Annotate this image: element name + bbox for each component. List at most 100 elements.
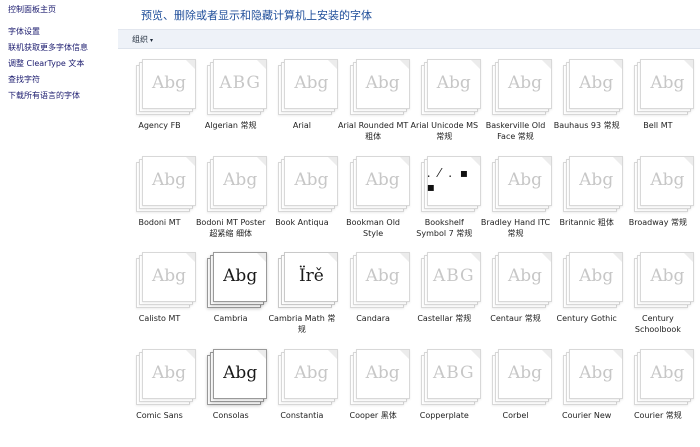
font-sample-preview: Abg — [579, 362, 614, 383]
font-tile[interactable]: Abg Candara — [338, 250, 410, 350]
font-sample-preview: . ⁄ . ▪ ▪ — [426, 165, 471, 194]
font-tile[interactable]: Abg Arial — [266, 57, 339, 157]
font-tile[interactable]: Abg Calisto MT — [124, 250, 196, 350]
font-file-icon: Abg — [207, 250, 268, 308]
font-sample-preview: Abg — [650, 169, 685, 190]
font-file-icon: Abg — [492, 250, 552, 308]
font-name-label: Broadway 常规 — [628, 217, 687, 227]
font-file-icon: Abg — [492, 154, 552, 212]
font-sample-preview: Abg — [294, 169, 329, 190]
font-file-icon: Abg — [420, 57, 481, 115]
font-tile[interactable]: Abg Cambria — [195, 250, 268, 350]
font-sample-preview: Abg — [507, 73, 543, 93]
font-tile[interactable]: ABG Castellar 常规 — [409, 250, 481, 350]
font-file-icon: ABG — [420, 347, 481, 405]
font-file-icon: Abg — [634, 250, 695, 308]
toolbar: 组织 ▾ — [118, 29, 700, 49]
font-name-label: Cambria — [213, 314, 248, 323]
find-character-link[interactable]: 查找字符 — [8, 74, 40, 85]
font-file-icon: Abg — [278, 154, 339, 212]
font-name-label: Arial Rounded MT 粗体 — [337, 121, 409, 141]
font-tile[interactable]: Abg Centaur 常规 — [480, 250, 552, 350]
font-tile[interactable]: Abg Arial Unicode MS 常规 — [409, 57, 481, 157]
font-tile[interactable]: Abg Century Schoolbook — [622, 250, 695, 350]
font-tile[interactable]: ABG Copperplate — [409, 347, 481, 447]
font-sample-preview: Abg — [223, 266, 258, 286]
font-file-icon: Abg — [492, 347, 552, 405]
font-name-label: Baskerville Old Face 常规 — [485, 121, 546, 141]
sidebar: 控制面板主页 字体设置 联机获取更多字体信息 调整 ClearType 文本 查… — [0, 0, 118, 418]
font-tile[interactable]: Abg Corbel — [480, 347, 552, 447]
font-name-label: Bell MT — [643, 121, 673, 130]
font-tile[interactable]: ABG Algerian 常规 — [195, 57, 268, 157]
font-name-label: Corbel — [502, 410, 529, 420]
organize-menu-button[interactable]: 组织 ▾ — [132, 34, 153, 45]
font-name-label: Candara — [356, 314, 390, 323]
font-tile[interactable]: Abg Bodoni MT — [124, 154, 196, 254]
font-name-label: Copperplate — [419, 410, 469, 420]
font-name-label: Bodoni MT Poster 超紧缩 细体 — [195, 217, 266, 238]
font-name-label: Courier 常规 — [633, 410, 682, 420]
font-tile[interactable]: Abg Book Antiqua — [266, 154, 339, 254]
font-file-icon: Ïrě — [278, 250, 339, 308]
font-name-label: Arial — [292, 121, 311, 130]
font-name-label: Book Antiqua — [275, 217, 329, 227]
font-tile[interactable]: Abg Bradley Hand ITC 常规 — [480, 154, 552, 254]
font-file-icon: Abg — [563, 347, 624, 405]
font-tile[interactable]: Abg Bodoni MT Poster 超紧缩 细体 — [195, 154, 268, 254]
font-sample-preview: Abg — [294, 73, 329, 93]
font-name-label: Bauhaus 93 常规 — [553, 121, 620, 130]
font-tile[interactable]: Abg Comic Sans — [124, 347, 196, 447]
font-name-label: Cambria Math 常规 — [268, 314, 336, 334]
font-name-label: Bookman Old Style — [346, 217, 400, 238]
download-fonts-link[interactable]: 下载所有语言的字体 — [8, 90, 80, 101]
online-font-info-link[interactable]: 联机获取更多字体信息 — [8, 42, 88, 53]
cleartype-link[interactable]: 调整 ClearType 文本 — [8, 58, 84, 69]
font-name-label: Algerian 常规 — [204, 121, 257, 130]
font-tile[interactable]: Abg Britannic 粗体 — [551, 154, 624, 254]
font-tile[interactable]: Abg Broadway 常规 — [622, 154, 695, 254]
font-tile[interactable]: Abg Courier New — [551, 347, 624, 447]
font-file-icon: Abg — [563, 57, 624, 115]
font-name-label: Courier New — [562, 410, 612, 420]
font-sample-preview: Abg — [223, 169, 258, 190]
font-sample-preview: Abg — [365, 266, 400, 286]
font-file-icon: Abg — [563, 154, 624, 212]
font-tile[interactable]: Abg Bauhaus 93 常规 — [551, 57, 624, 157]
font-tile[interactable]: Abg Bookman Old Style — [338, 154, 410, 254]
font-sample-preview: Abg — [365, 169, 400, 190]
font-file-icon: Abg — [136, 154, 196, 212]
font-tile[interactable]: Abg Arial Rounded MT 粗体 — [337, 57, 410, 157]
font-file-icon: Abg — [136, 347, 196, 405]
font-sample-preview: Abg — [294, 362, 329, 383]
font-tile[interactable]: Abg Baskerville Old Face 常规 — [480, 57, 552, 157]
font-tile[interactable]: Abg Bell MT — [622, 57, 695, 157]
font-tile[interactable]: Abg Century Gothic — [551, 250, 624, 350]
font-file-icon: ABG — [207, 57, 268, 115]
font-file-icon: Abg — [136, 250, 196, 308]
font-tile[interactable]: . ⁄ . ▪ ▪ Bookshelf Symbol 7 常规 — [409, 154, 481, 254]
font-sample-preview: Abg — [579, 266, 614, 286]
font-tile[interactable]: Abg Cooper 黑体 — [338, 347, 410, 447]
organize-label: 组织 — [132, 35, 148, 44]
control-panel-home-link[interactable]: 控制面板主页 — [8, 4, 56, 15]
font-sample-preview: Abg — [436, 73, 471, 93]
font-file-icon: Abg — [634, 154, 695, 212]
font-tile[interactable]: Abg Agency FB — [124, 57, 196, 157]
font-sample-preview: Abg — [223, 362, 258, 383]
main-panel: 预览、删除或者显示和隐藏计算机上安装的字体 组织 ▾ Abg Agency FB AB… — [118, 0, 700, 420]
font-sample-preview: ABG — [432, 362, 475, 383]
font-file-icon: Abg — [278, 57, 339, 115]
font-sample-preview: Abg — [507, 362, 543, 383]
font-tile[interactable]: Abg Courier 常规 — [622, 347, 695, 447]
font-sample-preview: Abg — [365, 73, 400, 93]
font-file-icon: Abg — [563, 250, 624, 308]
font-tile[interactable]: Abg Constantia — [266, 347, 339, 447]
font-tile[interactable]: Abg Consolas — [195, 347, 268, 447]
chevron-down-icon: ▾ — [150, 37, 154, 44]
font-name-label: Bradley Hand ITC 常规 — [480, 217, 551, 238]
font-file-icon: Abg — [349, 347, 410, 405]
font-tile[interactable]: Ïrě Cambria Math 常规 — [266, 250, 339, 350]
font-settings-link[interactable]: 字体设置 — [8, 26, 40, 37]
font-name-label: Century Schoolbook — [634, 314, 681, 334]
